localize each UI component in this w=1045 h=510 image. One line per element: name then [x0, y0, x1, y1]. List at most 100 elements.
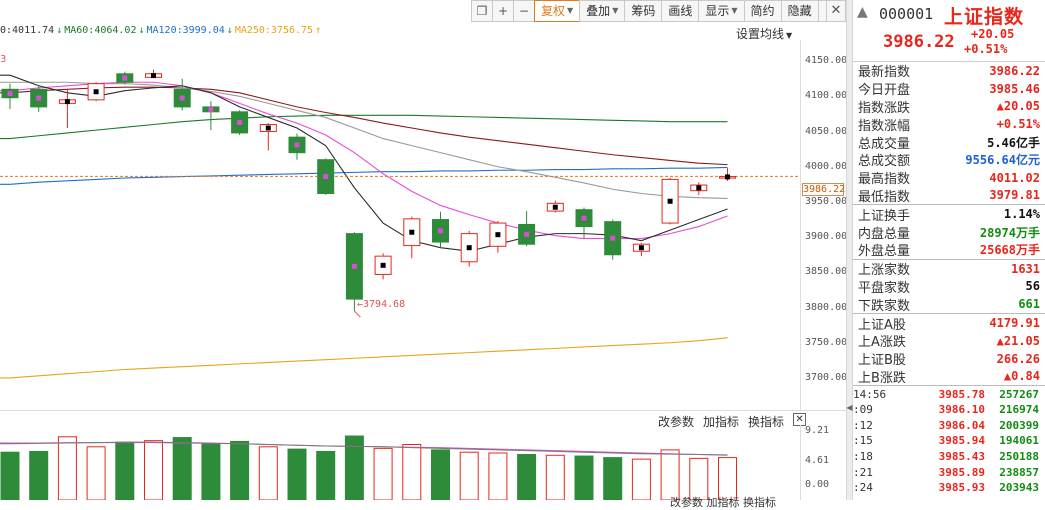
price-axis-label: 4050.00 [805, 125, 848, 137]
price-axis-label: 3800.00 [805, 301, 848, 313]
overlay-button-label: 叠加 [586, 4, 611, 18]
quote-row: 上B涨跌 ▲0.84 [853, 368, 1045, 386]
volume-bar [57, 436, 77, 500]
quote-value: 28974万手 [979, 225, 1040, 240]
settings-average-lines-label: 设置均线 [736, 27, 785, 41]
quote-row: 最新指数 3986.22 [853, 62, 1045, 81]
price-axis-label: 3750.00 [805, 336, 848, 348]
candle [288, 133, 306, 160]
volume-divider [0, 410, 848, 411]
close-button[interactable]: ✕ [826, 0, 846, 22]
price-axis-label: 3950.00 [805, 195, 848, 207]
volume-chart[interactable] [0, 425, 800, 500]
quote-label: 今日开盘 [858, 83, 911, 99]
candle-marker [610, 235, 616, 241]
ma-legend-item: 0:4011.74 [0, 25, 55, 36]
volume-bar [172, 437, 192, 500]
restore-window-button[interactable]: ❐ [471, 0, 493, 22]
overlay-button[interactable]: 叠加 ▼ [579, 0, 626, 22]
tick-row: :21 3985.89 238857 [853, 464, 1045, 480]
collapse-up-icon[interactable]: ▲ [857, 4, 868, 20]
quote-label: 上证B股 [858, 353, 906, 369]
chips-button[interactable]: 筹码 [624, 0, 663, 22]
candle [231, 110, 249, 136]
volume-bar [144, 440, 163, 500]
volume-bar [258, 446, 278, 500]
volume-bar [603, 457, 623, 500]
tick-time: :09 [853, 403, 873, 417]
tick-price: 3985.89 [938, 465, 985, 479]
quote-header: ▲ 000001 上证指数 3986.22 +20.05 +0.51% [853, 0, 1045, 62]
candle-marker [725, 174, 730, 180]
quote-label: 最新指数 [858, 65, 911, 81]
panel-splitter[interactable] [846, 0, 853, 500]
candle [116, 71, 134, 85]
trend-arrow-icon: ↓ [138, 25, 145, 36]
candlestick-chart[interactable] [0, 40, 800, 385]
chevron-down-icon: ▼ [786, 31, 793, 40]
draw-line-button[interactable]: 画线 [661, 0, 700, 22]
candle-marker [64, 99, 70, 105]
low-price-annotation: ←3794.68 [357, 299, 406, 310]
collapse-arrow-icon[interactable]: ◀ [846, 403, 853, 412]
zoom-in-button[interactable]: + [492, 0, 514, 22]
candle [460, 230, 478, 267]
quote-value: 661 [1018, 297, 1040, 312]
candle-marker [265, 125, 271, 131]
tick-price: 3985.94 [938, 434, 985, 448]
volume-bar [431, 449, 450, 500]
volume-bar [0, 451, 20, 500]
tick-row: :09 3986.10 216974 [853, 402, 1045, 418]
ma-legend: 0:4011.74 ↓ MA60:4064.02 ↓ MA120:3999.04 ↓ MA2… [0, 25, 323, 39]
candle [432, 211, 449, 248]
quote-value: 3979.81 [989, 188, 1040, 203]
quote-row: 指数涨幅 +0.51% [853, 115, 1045, 134]
quote-row: 总成交量 5.46亿手 [853, 133, 1045, 152]
tick-list[interactable]: 14:56 3985.78 257267:09 3986.10 216974:12 398… [853, 386, 1045, 495]
candle-marker [409, 229, 415, 235]
tick-volume: 216974 [999, 403, 1039, 417]
trend-arrow-icon: ↑ [315, 25, 322, 36]
tick-row: :24 3985.93 203943 [853, 480, 1045, 496]
candle [58, 89, 76, 129]
quote-value: 3985.46 [989, 81, 1040, 96]
hide-button[interactable]: 隐藏 [780, 0, 819, 22]
candle [518, 211, 536, 247]
tick-row: :12 3986.04 200399 [853, 418, 1045, 434]
quote-label: 内盘总量 [858, 226, 911, 242]
quote-row: 上证A股 4179.91 [853, 314, 1045, 333]
candle-marker [495, 232, 501, 238]
candle-marker [351, 263, 357, 269]
quote-section-ab-shares: 上证A股 4179.91 上A涨跌 ▲21.05 上证B股 266.26 上B涨跌 ▲0.84 [853, 314, 1045, 387]
restore-window-button-label: ❐ [476, 4, 488, 18]
volume-axis-label: 4.61 [805, 455, 830, 466]
hide-button-label: 隐藏 [787, 4, 812, 18]
zoom-out-button[interactable]: − [513, 0, 535, 22]
candle [259, 123, 277, 151]
volume-bar [574, 455, 594, 500]
tick-price: 3986.10 [938, 403, 985, 417]
quote-value: ▲0.84 [1003, 369, 1040, 384]
candle [604, 219, 622, 260]
ma120-line [0, 166, 728, 185]
candle [546, 200, 564, 213]
candle [661, 178, 679, 225]
quote-section-main: 最新指数 3986.22 今日开盘 3985.46 指数涨跌 ▲20.05 指数涨幅 +0.5… [853, 62, 1045, 206]
index-change-pct: +0.51% [964, 42, 1008, 56]
volume-axis: 9.21 4.61 0.00 [800, 425, 848, 500]
volume-bar [344, 435, 364, 500]
tick-row: :18 3985.43 250188 [853, 449, 1045, 465]
quote-section-breadth: 上涨家数 1631 平盘家数 56 下跌家数 661 [853, 260, 1045, 315]
ma-legend-item: MA250:3756.75 [234, 25, 314, 36]
volume-axis-label: 0.00 [805, 479, 830, 490]
candle-marker [323, 174, 329, 180]
quote-value: 1631 [1011, 261, 1040, 276]
ma20-line [0, 81, 728, 199]
adjust-button[interactable]: 复权 ▼ [534, 0, 581, 22]
quote-label: 指数涨幅 [858, 118, 911, 134]
volume-bar [488, 452, 508, 500]
adjust-button-label: 复权 [541, 4, 566, 18]
simple-button[interactable]: 简约 [743, 0, 782, 22]
display-button[interactable]: 显示 ▼ [698, 0, 745, 22]
tick-price: 3985.78 [938, 387, 985, 401]
